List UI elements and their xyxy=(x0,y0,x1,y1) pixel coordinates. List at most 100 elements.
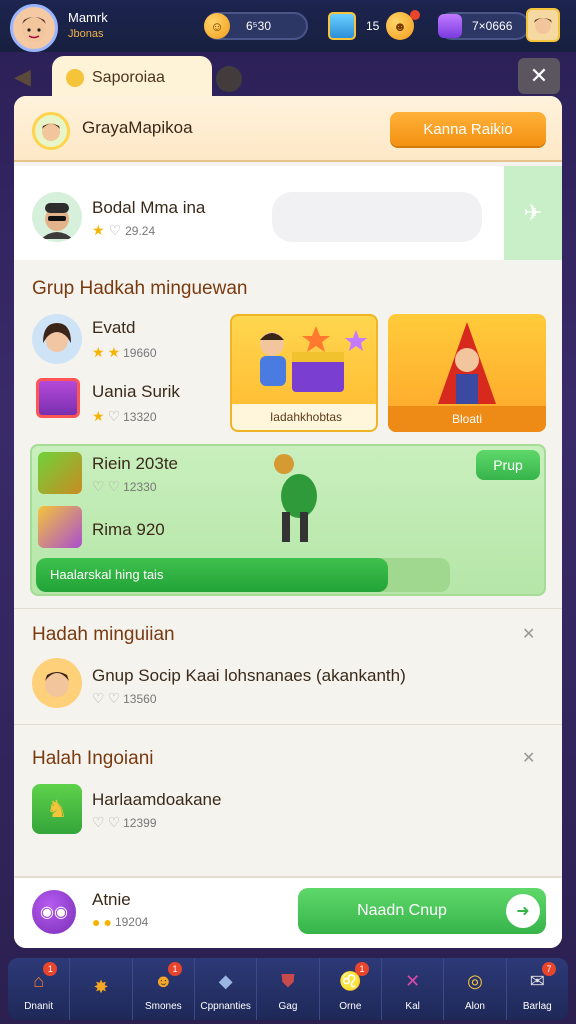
member-score: 29.24 xyxy=(125,223,156,238)
section-title-2: Hadah minguiian xyxy=(32,624,175,645)
quest-item-meta: ♡ ♡ 12330 xyxy=(92,478,157,495)
footer-action-button[interactable]: Naadn Cnup ➜ xyxy=(298,888,546,934)
sword-icon: ✕ xyxy=(405,971,421,991)
quest-item-name: Riein 203te xyxy=(92,454,179,473)
player-subtitle: Jbonas xyxy=(68,28,104,40)
send-button[interactable]: ✈ xyxy=(504,166,562,260)
nav-item-label: Barlag xyxy=(522,1000,552,1012)
coins-counter[interactable]: ☺ 6⁵30 xyxy=(204,12,308,40)
list-item-meta: ♡ ♡ 12399 xyxy=(92,814,157,831)
adventurer-illustration xyxy=(274,454,317,542)
section-2-close-icon[interactable]: ✕ xyxy=(522,624,535,644)
list-item-score: 12399 xyxy=(123,815,157,830)
heart-icon: ♡ xyxy=(107,814,121,830)
coins-value: 6⁵30 xyxy=(246,19,271,33)
cat-icon: ◆ xyxy=(218,971,233,991)
player-avatar[interactable] xyxy=(10,4,58,52)
nav-item-label: Kal xyxy=(405,1000,420,1012)
nav-item-label: Dnanit xyxy=(24,1000,54,1012)
list-item-avatar xyxy=(32,314,82,364)
nav-item-4[interactable]: ◆ Cppnanties xyxy=(195,958,258,1020)
footer-avatar: ◉◉ xyxy=(32,890,76,934)
notification-dot xyxy=(410,10,420,20)
gift-chest-illustration xyxy=(260,326,367,392)
gems-value: 7×0666 xyxy=(472,19,513,33)
nav-item-9[interactable]: ✉ Barlag 7 xyxy=(507,958,568,1020)
member-meta: ★ ♡ 29.24 xyxy=(92,222,155,239)
ring-icon: ◎ xyxy=(467,971,483,991)
nav-item-label: Orne xyxy=(339,1000,362,1012)
divider xyxy=(14,724,562,725)
footer-action-label: Naadn Cnup xyxy=(357,902,447,919)
footer-meta: ● ● 19204 xyxy=(92,914,148,930)
list-item-name: Evatd xyxy=(92,318,136,337)
tab-active[interactable]: Saporoiaa xyxy=(52,56,212,100)
character-card[interactable]: Bloati xyxy=(388,314,546,432)
list-item-meta: ★ ♡ 13320 xyxy=(92,408,157,425)
nav-item-7[interactable]: ✕ Kal xyxy=(382,958,445,1020)
list-item-icon: ♞ xyxy=(32,784,82,834)
tab-secondary-icon[interactable] xyxy=(216,66,242,92)
gem-icon xyxy=(438,14,462,38)
member-avatar xyxy=(32,192,82,242)
coin-icon: ☺ xyxy=(204,13,230,39)
section-3-close-icon[interactable]: ✕ xyxy=(522,748,535,768)
reward-card[interactable]: Iadahkhobtas xyxy=(230,314,378,432)
notification-badge: 1 xyxy=(167,962,182,976)
red-hood-character-illustration xyxy=(438,322,496,404)
star-icon: ★ xyxy=(92,344,105,360)
list-item-meta: ♡ ♡ 13560 xyxy=(92,690,157,707)
eyes-icon: ◉◉ xyxy=(40,904,68,921)
nav-item-label: Gag xyxy=(278,1000,298,1012)
reward-card-label: Iadahkhobtas xyxy=(232,404,376,430)
nav-item-label: Smones xyxy=(144,1000,182,1012)
nav-item-5[interactable]: ⛊ Gag xyxy=(257,958,320,1020)
star-badge-icon: ✸ xyxy=(93,976,109,997)
heart-icon: ♡ xyxy=(92,814,105,830)
chest-icon[interactable] xyxy=(328,12,356,40)
footer-name: Atnie xyxy=(92,890,131,909)
shield-icon: ⛊ xyxy=(281,971,295,991)
notification-badge: 1 xyxy=(43,962,58,976)
send-icon: ✈ xyxy=(523,200,543,225)
gems-counter[interactable]: 7×0666 xyxy=(438,12,530,40)
group-name: GrayaMapikoa xyxy=(82,118,193,137)
list-item-avatar xyxy=(32,658,82,708)
nav-item-label: Cppnanties xyxy=(200,1000,251,1012)
quest-item-name: Rima 920 xyxy=(92,520,165,539)
back-arrow-icon[interactable]: ◀ xyxy=(14,64,42,92)
footer-score: 19204 xyxy=(114,915,149,929)
star-icon: ★ xyxy=(92,222,105,238)
heart-icon: ♡ xyxy=(107,408,121,424)
divider xyxy=(14,608,562,609)
group-action-button[interactable]: Kanna Raikio xyxy=(390,112,546,146)
notification-badge: 7 xyxy=(541,962,556,976)
heart-icon: ♡ xyxy=(107,478,121,494)
heart-icon: ♡ xyxy=(107,690,121,706)
group-avatar xyxy=(32,112,70,150)
quest-item-score: 12330 xyxy=(123,479,157,494)
nav-item-2[interactable]: ✸ xyxy=(70,958,133,1020)
tab-label: Saporoiaa xyxy=(92,69,165,86)
nav-item-8[interactable]: ◎ Alon xyxy=(444,958,507,1020)
coin-icon: ● xyxy=(92,914,101,930)
heart-icon: ♡ xyxy=(92,690,105,706)
nav-item-6[interactable]: ♌ Orne 1 xyxy=(320,958,382,1020)
nav-item-label: Alon xyxy=(464,1000,485,1012)
player-name: Mamrk xyxy=(68,10,108,25)
star-icon: ★ xyxy=(92,408,105,424)
message-input[interactable] xyxy=(272,192,482,242)
coin-icon: ● xyxy=(103,914,112,930)
gift-icon xyxy=(36,378,80,418)
list-item-score: 19660 xyxy=(123,345,157,360)
close-button[interactable]: ✕ xyxy=(518,58,560,94)
treasure-icon xyxy=(38,506,82,548)
quest-join-button[interactable]: Prup xyxy=(476,450,540,480)
section-title-3: Halah Ingoiani xyxy=(32,748,154,769)
list-item-name: Gnup Socip Kaai lohsnanaes (akankanth) xyxy=(92,666,406,685)
nav-item-3[interactable]: ☻ Smones 1 xyxy=(133,958,195,1020)
friend-avatar[interactable] xyxy=(526,8,560,42)
nav-item-1[interactable]: ⌂ Dnanit 1 xyxy=(8,958,71,1020)
list-item-score: 13560 xyxy=(123,691,157,706)
quest-progress-bar: Haalarskal hing tais xyxy=(36,558,450,592)
